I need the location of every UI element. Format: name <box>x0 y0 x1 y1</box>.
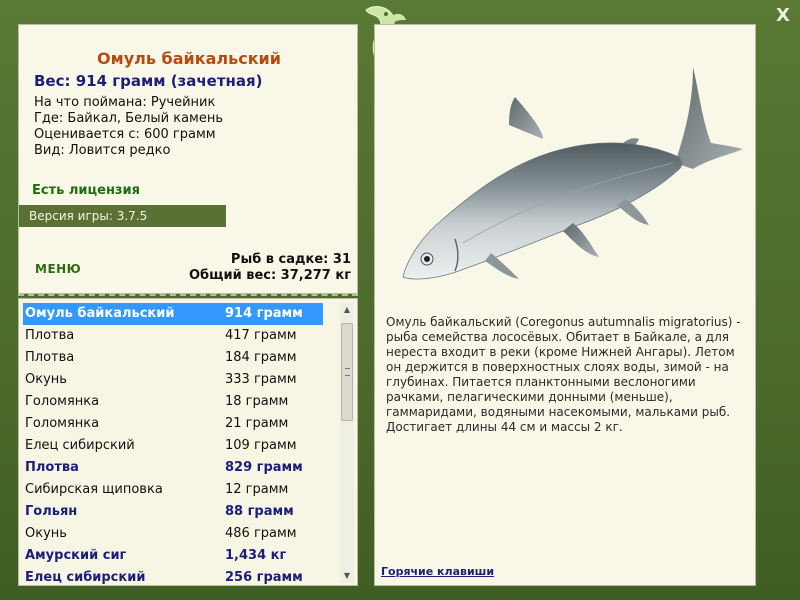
fish-weight-value: 18 грамм <box>225 394 289 409</box>
catch-list-rows: Омуль байкальский 914 грамм Плотва 417 грам… <box>23 303 323 585</box>
fish-name: Плотва <box>25 460 79 475</box>
version-bar: Версия игры: 3.7.5 <box>19 205 226 227</box>
total-weight: Общий вес: 37,277 кг <box>188 268 351 283</box>
fish-name: Елец сибирский <box>25 570 146 585</box>
fish-weight-value: 486 грамм <box>225 526 297 541</box>
bait-line: На что поймана: Ручейник <box>34 95 216 110</box>
fish-weight-value: 829 грамм <box>225 460 303 475</box>
fish-name: Сибирская щиповка <box>25 482 163 497</box>
fish-details: На что поймана: Ручейник Где: Байкал, Бе… <box>34 95 223 159</box>
fish-name: Омуль байкальский <box>25 306 175 321</box>
scroll-thumb[interactable] <box>341 323 353 421</box>
fish-detail-panel: Омуль байкальский (Coregonus autumnalis … <box>374 24 756 586</box>
list-item[interactable]: Сибирская щиповка 12 грамм <box>23 479 323 501</box>
list-item[interactable]: Гольян 88 грамм <box>23 501 323 523</box>
list-item[interactable]: Голомянка 18 грамм <box>23 391 323 413</box>
fish-name: Плотва <box>25 328 75 343</box>
fish-weight-value: 1,434 кг <box>225 548 287 563</box>
fish-weight-value: 12 грамм <box>225 482 289 497</box>
list-item[interactable]: Елец сибирский 256 грамм <box>23 567 323 585</box>
fish-weight-value: 914 грамм <box>225 306 303 321</box>
fish-weight-value: 256 грамм <box>225 570 303 585</box>
catch-stats: Рыб в садке: 31 Общий вес: 37,277 кг <box>189 252 351 284</box>
license-status: Есть лицензия <box>32 183 140 198</box>
list-item[interactable]: Омуль байкальский 914 грамм <box>23 303 323 325</box>
fish-name: Гольян <box>25 504 78 519</box>
fish-name: Амурский сиг <box>25 548 127 563</box>
scrollbar[interactable]: ▲ ▼ <box>340 303 354 583</box>
close-button[interactable]: X <box>774 6 792 26</box>
fish-weight-value: 109 грамм <box>225 438 297 453</box>
fish-weight-value: 184 грамм <box>225 350 297 365</box>
fish-name: Окунь <box>25 526 67 541</box>
list-item[interactable]: Амурский сиг 1,434 кг <box>23 545 323 567</box>
catch-list[interactable]: Омуль байкальский 914 грамм Плотва 417 грам… <box>18 298 358 586</box>
omul-fish-image <box>402 67 743 280</box>
min-weight-line: Оценивается с: 600 грамм <box>34 127 216 142</box>
hotkeys-link[interactable]: Горячие клавиши <box>381 565 494 578</box>
list-item[interactable]: Окунь 333 грамм <box>23 369 323 391</box>
fish-name: Голомянка <box>25 394 100 409</box>
fish-info-panel: Омуль байкальский Вес: 914 грамм (зачетн… <box>18 24 358 294</box>
location-line: Где: Байкал, Белый камень <box>34 111 224 126</box>
fish-weight-value: 88 грамм <box>225 504 294 519</box>
fish-name: Елец сибирский <box>25 438 135 453</box>
scroll-down-button[interactable]: ▼ <box>340 569 354 583</box>
list-item[interactable]: Окунь 486 грамм <box>23 523 323 545</box>
fish-title: Омуль байкальский <box>97 49 281 68</box>
menu-button[interactable]: Меню <box>35 262 81 276</box>
fish-name: Плотва <box>25 350 75 365</box>
list-item[interactable]: Елец сибирский 109 грамм <box>23 435 323 457</box>
fish-weight-value: 21 грамм <box>225 416 289 431</box>
scroll-up-button[interactable]: ▲ <box>340 303 354 317</box>
fish-weight-value: 333 грамм <box>225 372 297 387</box>
list-item[interactable]: Плотва 184 грамм <box>23 347 323 369</box>
fish-weight: Вес: 914 грамм (зачетная) <box>34 72 263 90</box>
fish-weight-value: 417 грамм <box>225 328 297 343</box>
list-item[interactable]: Голомянка 21 грамм <box>23 413 323 435</box>
list-item[interactable]: Плотва 417 грамм <box>23 325 323 347</box>
fish-name: Окунь <box>25 372 67 387</box>
fish-description: Омуль байкальский (Coregonus autumnalis … <box>386 315 741 434</box>
fish-count: Рыб в садке: 31 <box>230 252 351 267</box>
divider <box>18 294 358 296</box>
rarity-line: Вид: Ловится редко <box>34 143 171 158</box>
grip-icon <box>345 368 350 376</box>
fish-name: Голомянка <box>25 416 100 431</box>
list-item[interactable]: Плотва 829 грамм <box>23 457 323 479</box>
